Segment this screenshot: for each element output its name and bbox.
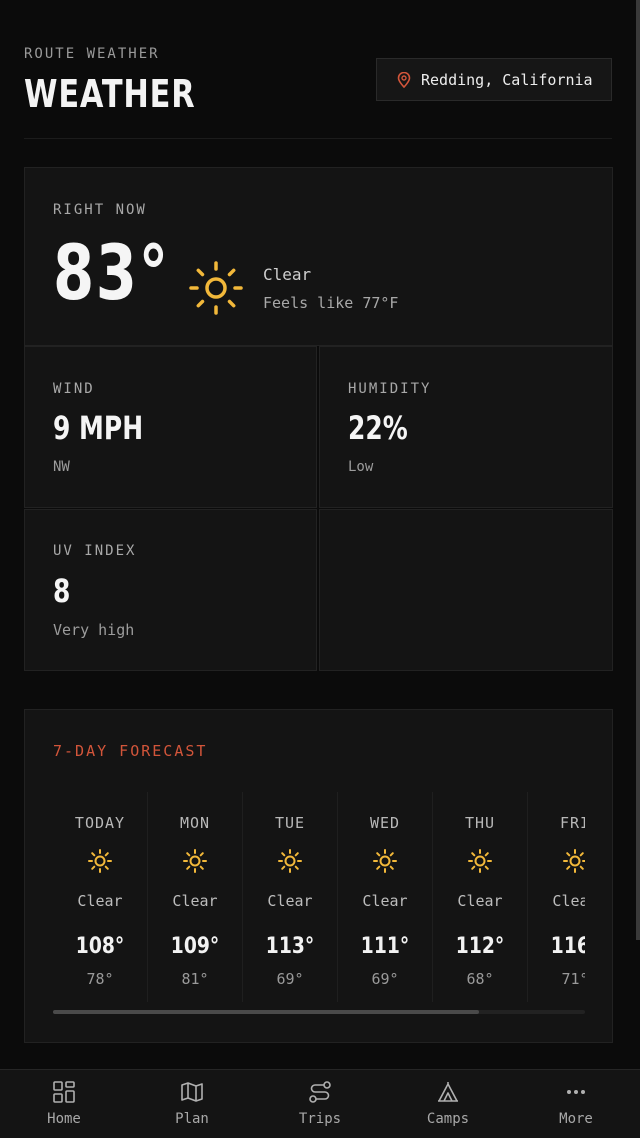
forecast-day[interactable]: FRI Clear 116° 71° <box>528 792 585 1002</box>
forecast-day-condition: Clear <box>552 892 585 910</box>
forecast-day-condition: Clear <box>267 892 313 910</box>
sun-icon <box>189 261 243 315</box>
feels-like: Feels like 77°F <box>263 294 399 312</box>
bottom-nav: Home Plan Trips Camps More <box>0 1069 640 1138</box>
forecast-day[interactable]: THU Clear 112° 68° <box>433 792 528 1002</box>
page-scrollbar[interactable] <box>636 0 640 940</box>
uv-value: 8 <box>53 572 71 610</box>
forecast-day[interactable]: MON Clear 109° 81° <box>148 792 243 1002</box>
sun-icon <box>182 848 208 874</box>
grid-icon <box>53 1081 75 1103</box>
humidity-card: HUMIDITY 22% Low <box>319 346 613 508</box>
forecast-day[interactable]: WED Clear 111° 69° <box>338 792 433 1002</box>
forecast-day-condition: Clear <box>362 892 408 910</box>
map-pin-icon <box>397 71 411 88</box>
nav-home[interactable]: Home <box>0 1070 128 1138</box>
forecast-title: 7-DAY FORECAST <box>53 742 208 760</box>
forecast-day-high: 108° <box>75 934 125 959</box>
forecast-day-high: 113° <box>265 934 315 959</box>
forecast-card: 7-DAY FORECAST TODAY Clear 108° 78° MON Clear… <box>24 709 613 1043</box>
uv-label: UV INDEX <box>53 543 137 559</box>
uv-card: UV INDEX 8 Very high <box>24 509 317 671</box>
empty-stat-card <box>319 509 613 671</box>
humidity-value: 22% <box>348 409 408 447</box>
forecast-day[interactable]: TUE Clear 113° 69° <box>243 792 338 1002</box>
nav-camps-label: Camps <box>426 1111 470 1127</box>
weather-screen: ROUTE WEATHER WEATHER Redding, Californi… <box>0 0 640 1138</box>
forecast-day[interactable]: TODAY Clear 108° 78° <box>53 792 148 1002</box>
current-label: RIGHT NOW <box>53 202 147 218</box>
forecast-day-low: 78° <box>86 970 114 988</box>
forecast-day-name: WED <box>369 814 401 832</box>
page-scrollbar-thumb[interactable] <box>636 0 640 940</box>
nav-home-label: Home <box>47 1111 81 1127</box>
forecast-day-low: 69° <box>276 970 304 988</box>
forecast-day-low: 68° <box>466 970 494 988</box>
forecast-day-high: 111° <box>360 934 410 959</box>
forecast-day-low: 69° <box>371 970 399 988</box>
forecast-day-name: TUE <box>274 814 306 832</box>
location-button[interactable]: Redding, California <box>376 58 612 101</box>
forecast-day-strip[interactable]: TODAY Clear 108° 78° MON Clear 109° 81° TUE Clear… <box>53 792 585 1012</box>
page-header: ROUTE WEATHER WEATHER Redding, Californi… <box>24 0 612 139</box>
sun-icon <box>87 848 113 874</box>
tent-icon <box>438 1082 458 1102</box>
forecast-scrollbar[interactable] <box>53 1010 585 1014</box>
current-conditions-card: RIGHT NOW 83° Clear Feels like 77°F <box>24 167 613 346</box>
nav-plan-label: Plan <box>175 1111 209 1127</box>
forecast-day-low: 71° <box>561 970 585 988</box>
forecast-day-name: FRI <box>559 814 585 832</box>
location-label: Redding, California <box>421 70 593 89</box>
wind-value: 9 MPH <box>53 409 144 447</box>
uv-level: Very high <box>53 621 135 639</box>
nav-plan[interactable]: Plan <box>128 1070 256 1138</box>
humidity-level: Low <box>348 459 374 475</box>
nav-more[interactable]: More <box>512 1070 640 1138</box>
forecast-day-condition: Clear <box>457 892 503 910</box>
page-title: WEATHER <box>24 72 196 116</box>
forecast-day-condition: Clear <box>77 892 123 910</box>
page-eyebrow: ROUTE WEATHER <box>24 46 160 62</box>
nav-trips-label: Trips <box>298 1111 342 1127</box>
forecast-day-high: 112° <box>455 934 505 959</box>
forecast-day-low: 81° <box>181 970 209 988</box>
wind-card: WIND 9 MPH NW <box>24 346 317 508</box>
humidity-label: HUMIDITY <box>348 381 432 397</box>
sun-icon <box>562 848 585 874</box>
more-icon <box>567 1090 585 1094</box>
current-condition: Clear <box>263 265 312 284</box>
forecast-day-condition: Clear <box>172 892 218 910</box>
sun-icon <box>277 848 303 874</box>
current-temperature: 83° <box>53 228 170 317</box>
route-icon <box>309 1081 331 1103</box>
nav-more-label: More <box>559 1111 593 1127</box>
wind-label: WIND <box>53 381 95 397</box>
forecast-day-high: 109° <box>170 934 220 959</box>
nav-camps[interactable]: Camps <box>384 1070 512 1138</box>
forecast-scrollbar-thumb[interactable] <box>53 1010 479 1014</box>
forecast-day-name: TODAY <box>74 814 126 832</box>
forecast-day-high: 116° <box>550 934 585 959</box>
sun-icon <box>467 848 493 874</box>
forecast-day-name: MON <box>179 814 211 832</box>
wind-direction: NW <box>53 459 70 475</box>
map-icon <box>181 1082 203 1102</box>
forecast-day-name: THU <box>464 814 496 832</box>
sun-icon <box>372 848 398 874</box>
nav-trips[interactable]: Trips <box>256 1070 384 1138</box>
